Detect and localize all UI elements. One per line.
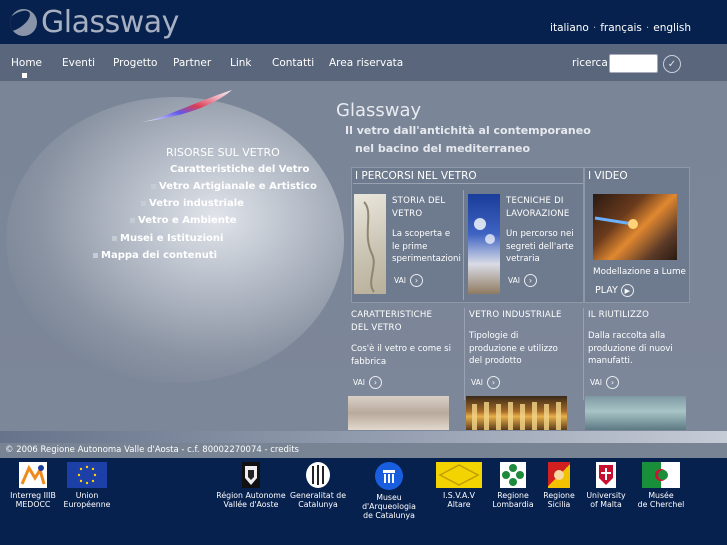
partner-sicilia[interactable]: Regione Sicilia [540, 462, 578, 509]
malta-crest-icon [596, 462, 616, 488]
lang-francais[interactable]: français [600, 22, 642, 34]
glassway-logo-icon [10, 8, 37, 36]
isvav-logo-icon [436, 462, 482, 488]
partner-isvav[interactable]: I.S.V.A.V Altare [434, 462, 484, 509]
search-label: ricerca [572, 57, 608, 69]
play-icon: ▶ [620, 284, 634, 297]
partner-cherchel[interactable]: Musée de Cherchel [636, 462, 686, 509]
card-title: STORIA DEL VETRO [392, 196, 446, 219]
card-description: La scoperta e le prime sperimentazioni [392, 229, 461, 264]
partner-lombardia[interactable]: Regione Lombardia [490, 462, 536, 509]
video-panel: I VIDEO Modellazione a Lume PLAY ▶ [584, 167, 690, 303]
museu-logo-icon [375, 462, 403, 490]
search-input[interactable] [609, 54, 658, 73]
nav-link[interactable]: Link [230, 57, 252, 69]
resource-link[interactable]: Vetro Artigianale e Artistico [151, 181, 317, 192]
eu-flag-icon [67, 462, 107, 488]
vai-link[interactable]: VAI › [394, 274, 423, 287]
algeria-flag-icon [642, 462, 680, 488]
card-description: Tipologie di produzione e utilizzo del pro… [469, 331, 558, 366]
resource-link[interactable]: Musei e Istituzioni [112, 233, 223, 244]
resource-link[interactable]: Vetro industriale [141, 198, 244, 209]
lang-italiano[interactable]: italiano [550, 22, 589, 34]
main-nav: Home Eventi Progetto Partner Link Contat… [0, 44, 727, 81]
card-title: IL RIUTILIZZO [588, 310, 650, 320]
aosta-crest-icon [242, 462, 260, 488]
generalitat-logo-icon [306, 462, 330, 488]
industrial-glass-image[interactable] [466, 396, 567, 430]
history-thumbnail[interactable] [354, 194, 386, 294]
resource-link[interactable]: Caratteristiche del Vetro [170, 164, 309, 175]
tagline: nel bacino del mediterraneo [355, 142, 531, 155]
partner-valle-aosta[interactable]: Région Autonome Vallée d'Aoste [216, 462, 286, 509]
header: Glassway italiano · français · english [0, 0, 727, 44]
vai-link[interactable]: VAI › [508, 274, 537, 287]
video-caption: Modellazione a Lume [593, 267, 686, 277]
partner-logos: Interreg IIIB MEDOCC Union Européenne Régi… [0, 458, 727, 545]
card-title: VETRO INDUSTRIALE [469, 310, 562, 320]
check-icon: ✓ [667, 58, 677, 70]
resource-link[interactable]: Vetro e Ambiente [130, 215, 237, 226]
glass-sculpture-image [142, 90, 232, 122]
nav-contatti[interactable]: Contatti [272, 57, 314, 69]
site-logo[interactable]: Glassway [10, 4, 179, 40]
nav-progetto[interactable]: Progetto [113, 57, 157, 69]
video-title: I VIDEO [588, 170, 628, 182]
bullet-icon [112, 235, 117, 241]
percorsi-panel: I PERCORSI NEL VETRO STORIA DEL VETRO La … [351, 167, 584, 303]
footer-bar [0, 431, 727, 443]
partner-malta[interactable]: University of Malta [583, 462, 629, 509]
card-description: Dalla raccolta alla produzione di nuovi ma… [588, 331, 673, 366]
nav-eventi[interactable]: Eventi [62, 57, 95, 69]
vai-link[interactable]: VAI › [471, 376, 500, 389]
lang-separator: · [592, 22, 597, 34]
card-title: CARATTERISTICHE DEL VETRO [351, 310, 433, 333]
bullet-icon [151, 183, 156, 189]
vai-link[interactable]: VAI › [590, 376, 619, 389]
partner-museu-arqueologia[interactable]: Museu d'Arqueologia de Catalunya [349, 462, 429, 520]
tagline: Il vetro dall'antichità al contemporaneo [345, 124, 591, 137]
nav-partner[interactable]: Partner [173, 57, 211, 69]
arrow-right-icon: › [410, 274, 423, 287]
interreg-logo-icon [19, 462, 47, 488]
arrow-right-icon: › [524, 274, 537, 287]
resources-title: RISORSE SUL VETRO [166, 146, 280, 159]
play-button[interactable]: PLAY ▶ [595, 284, 634, 297]
arrow-right-icon: › [487, 376, 500, 389]
percorsi-title: I PERCORSI NEL VETRO [355, 170, 477, 182]
glass-characteristics-image[interactable] [348, 396, 449, 430]
page-title: Glassway [336, 100, 422, 121]
video-thumbnail[interactable] [593, 194, 677, 260]
lang-english[interactable]: english [653, 22, 691, 34]
arrow-right-icon: › [369, 376, 382, 389]
partner-interreg[interactable]: Interreg IIIB MEDOCC [8, 462, 58, 509]
partner-generalitat[interactable]: Generalitat de Catalunya [289, 462, 347, 509]
techniques-thumbnail[interactable] [468, 194, 500, 294]
logo-text: Glassway [41, 4, 179, 40]
nav-area-riservata[interactable]: Area riservata [329, 57, 403, 69]
resource-link[interactable]: Mappa dei contenuti [93, 250, 217, 261]
nav-home[interactable]: Home [11, 57, 42, 69]
card-description: Cos'è il vetro e come si fabbrica [351, 344, 451, 367]
card-title: TECNICHE DI LAVORAZIONE [506, 196, 570, 219]
bullet-icon [130, 217, 135, 223]
copyright-text[interactable]: © 2006 Regione Autonoma Valle d'Aosta - … [5, 445, 299, 455]
vai-link[interactable]: VAI › [353, 376, 382, 389]
lang-separator: · [645, 22, 650, 34]
search-submit-button[interactable]: ✓ [663, 55, 681, 73]
sicilia-flag-icon [548, 462, 570, 488]
lombardia-logo-icon [500, 462, 526, 488]
card-description: Un percorso nei segreti dell'arte vetraria [506, 229, 574, 264]
partner-eu[interactable]: Union Européenne [62, 462, 112, 509]
active-indicator [22, 73, 27, 78]
recycling-image[interactable] [585, 396, 686, 430]
language-switcher: italiano · français · english [550, 22, 691, 34]
bullet-icon [93, 252, 98, 258]
arrow-right-icon: › [606, 376, 619, 389]
bullet-icon [141, 200, 146, 206]
